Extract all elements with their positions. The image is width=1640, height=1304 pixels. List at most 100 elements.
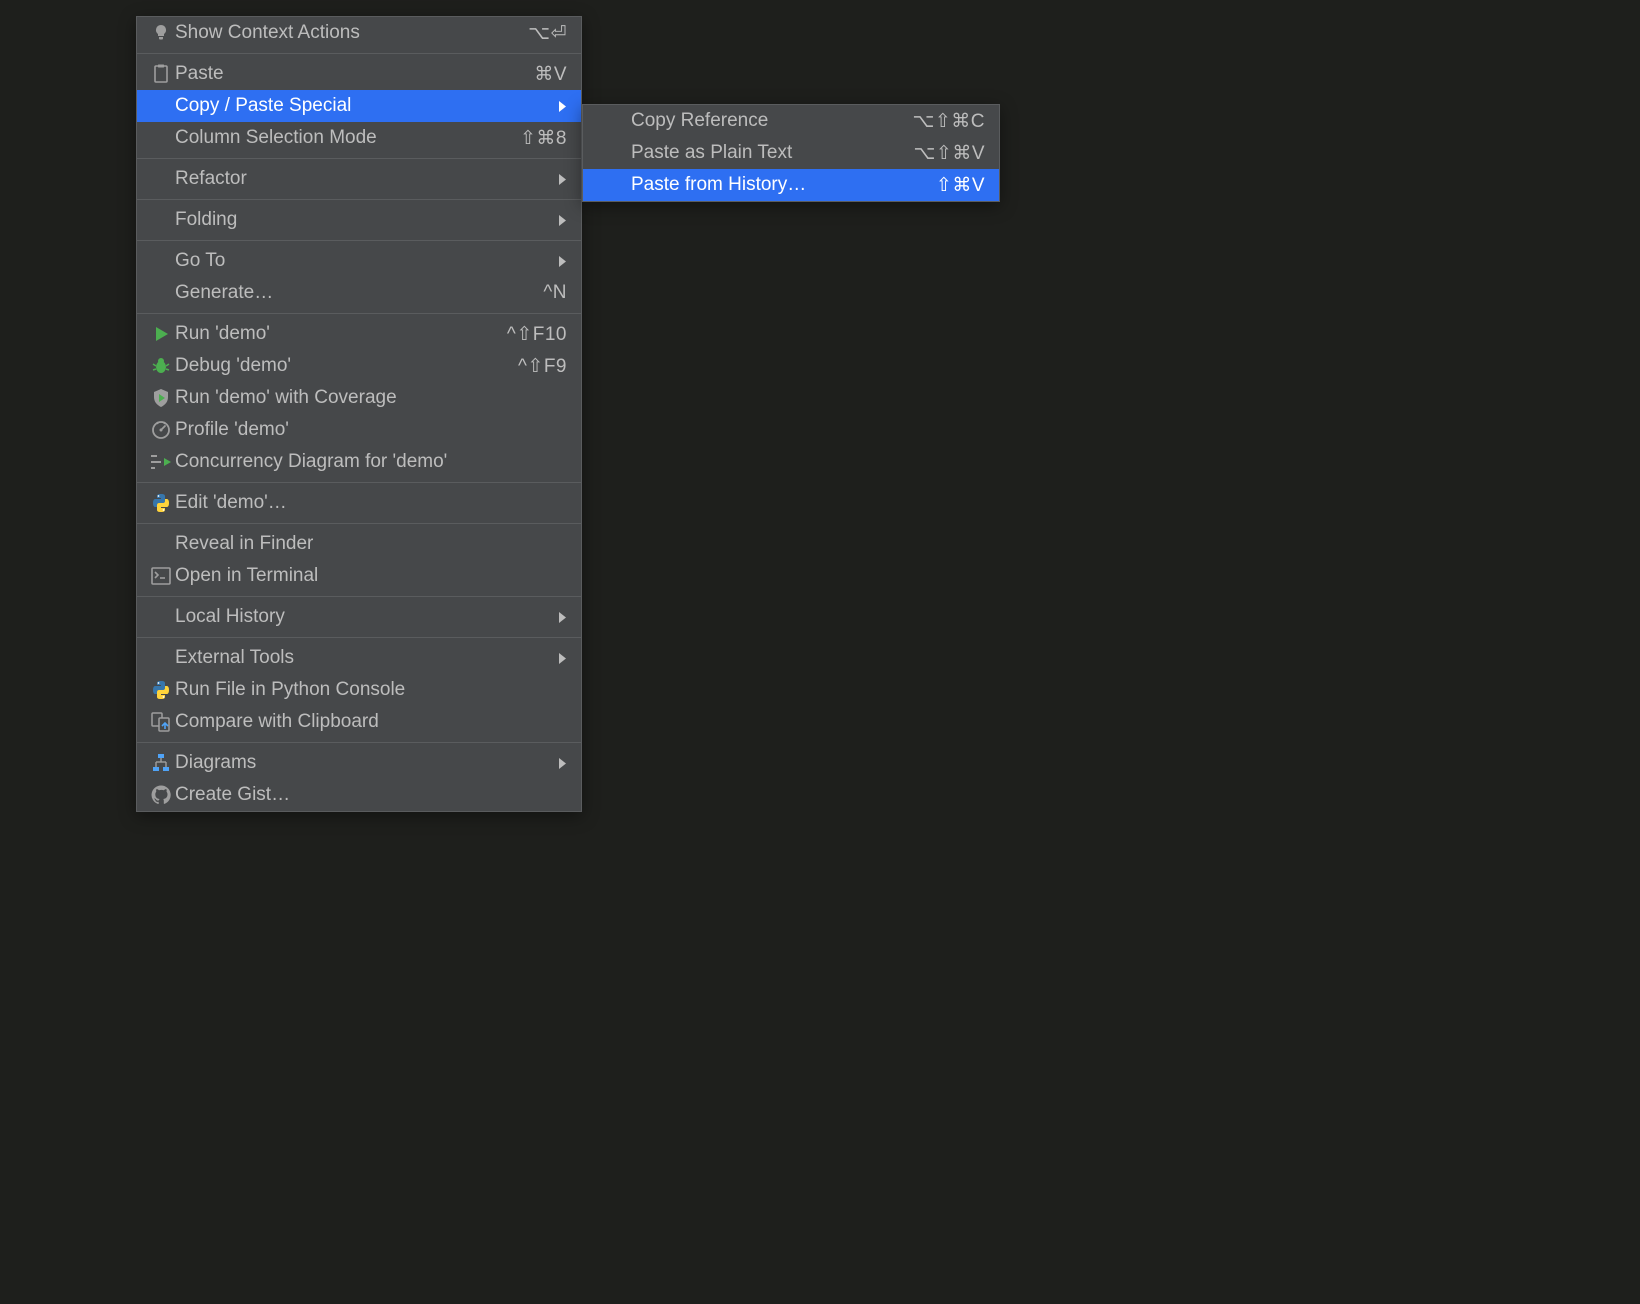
submenu-arrow-icon (557, 653, 567, 664)
menu-separator (137, 240, 581, 241)
submenu-arrow-icon (557, 612, 567, 623)
blank-icon (147, 126, 175, 150)
blank-icon (147, 605, 175, 629)
profile-icon (147, 418, 175, 442)
terminal-icon (147, 564, 175, 588)
menu-shortcut: ⌘V (534, 63, 567, 86)
blank-icon (147, 167, 175, 191)
menu-item-generate[interactable]: Generate… ^N (137, 277, 581, 309)
menu-item-edit-demo[interactable]: Edit 'demo'… (137, 487, 581, 519)
menu-item-label: Go To (175, 250, 225, 272)
menu-shortcut: ⇧⌘V (936, 174, 985, 197)
menu-item-label: Local History (175, 606, 285, 628)
menu-separator (137, 158, 581, 159)
menu-item-run-file-python-console[interactable]: Run File in Python Console (137, 674, 581, 706)
bug-icon (147, 354, 175, 378)
menu-item-label: Debug 'demo' (175, 355, 291, 377)
blank-icon (147, 646, 175, 670)
submenu-arrow-icon (557, 758, 567, 769)
menu-item-label: Edit 'demo'… (175, 492, 287, 514)
blank-icon (147, 249, 175, 273)
menu-separator (137, 53, 581, 54)
submenu-arrow-icon (557, 174, 567, 185)
menu-item-label: Paste as Plain Text (631, 142, 792, 164)
menu-item-folding[interactable]: Folding (137, 204, 581, 236)
menu-item-open-in-terminal[interactable]: Open in Terminal (137, 560, 581, 592)
submenu-arrow-icon (557, 215, 567, 226)
menu-separator (137, 313, 581, 314)
diagrams-icon (147, 751, 175, 775)
menu-item-label: Folding (175, 209, 237, 231)
menu-item-refactor[interactable]: Refactor (137, 163, 581, 195)
blank-icon (147, 208, 175, 232)
menu-shortcut: ^⇧F10 (507, 323, 567, 346)
menu-separator (137, 637, 581, 638)
bulb-icon (147, 21, 175, 45)
menu-separator (137, 482, 581, 483)
menu-item-copy-paste-special[interactable]: Copy / Paste Special (137, 90, 581, 122)
menu-separator (137, 596, 581, 597)
menu-separator (137, 523, 581, 524)
menu-item-label: Run File in Python Console (175, 679, 405, 701)
menu-item-run-demo[interactable]: Run 'demo' ^⇧F10 (137, 318, 581, 350)
menu-item-label: Copy Reference (631, 110, 768, 132)
github-icon (147, 783, 175, 807)
menu-item-label: Refactor (175, 168, 247, 190)
menu-item-label: Paste from History… (631, 174, 806, 196)
submenu-copy-paste-special[interactable]: Copy Reference ⌥⇧⌘C Paste as Plain Text ⌥⇧⌘… (582, 104, 1000, 202)
blank-icon (147, 281, 175, 305)
menu-item-label: Concurrency Diagram for 'demo' (175, 451, 447, 473)
play-icon (147, 322, 175, 346)
menu-item-label: Run 'demo' with Coverage (175, 387, 397, 409)
menu-item-label: Generate… (175, 282, 273, 304)
menu-item-label: Create Gist… (175, 784, 290, 806)
menu-item-label: Show Context Actions (175, 22, 360, 44)
menu-shortcut: ⌥⇧⌘V (914, 142, 986, 165)
menu-item-label: Reveal in Finder (175, 533, 313, 555)
context-menu[interactable]: Show Context Actions ⌥⏎ Paste ⌘V Copy / Past… (136, 16, 582, 812)
menu-separator (137, 199, 581, 200)
menu-item-label: External Tools (175, 647, 294, 669)
menu-item-label: Column Selection Mode (175, 127, 377, 149)
menu-item-label: Compare with Clipboard (175, 711, 379, 733)
blank-icon (147, 94, 175, 118)
menu-item-label: Diagrams (175, 752, 256, 774)
python-icon (147, 491, 175, 515)
menu-item-run-demo-coverage[interactable]: Run 'demo' with Coverage (137, 382, 581, 414)
menu-item-paste[interactable]: Paste ⌘V (137, 58, 581, 90)
menu-shortcut: ⇧⌘8 (520, 127, 567, 150)
menu-item-external-tools[interactable]: External Tools (137, 642, 581, 674)
menu-shortcut: ⌥⏎ (528, 22, 567, 45)
menu-shortcut: ^N (543, 282, 567, 304)
diff-icon (147, 710, 175, 734)
submenu-arrow-icon (557, 256, 567, 267)
concurrency-icon (147, 450, 175, 474)
menu-item-label: Copy / Paste Special (175, 95, 351, 117)
shield-play-icon (147, 386, 175, 410)
menu-item-create-gist[interactable]: Create Gist… (137, 779, 581, 811)
menu-item-show-context-actions[interactable]: Show Context Actions ⌥⏎ (137, 17, 581, 49)
menu-item-reveal-in-finder[interactable]: Reveal in Finder (137, 528, 581, 560)
menu-item-label: Open in Terminal (175, 565, 318, 587)
blank-icon (147, 532, 175, 556)
menu-item-local-history[interactable]: Local History (137, 601, 581, 633)
menu-item-compare-with-clipboard[interactable]: Compare with Clipboard (137, 706, 581, 738)
menu-item-label: Profile 'demo' (175, 419, 289, 441)
menu-item-label: Paste (175, 63, 224, 85)
clipboard-icon (147, 62, 175, 86)
menu-item-concurrency-diagram[interactable]: Concurrency Diagram for 'demo' (137, 446, 581, 478)
menu-separator (137, 742, 581, 743)
menu-item-go-to[interactable]: Go To (137, 245, 581, 277)
submenu-item-paste-from-history[interactable]: Paste from History… ⇧⌘V (583, 169, 999, 201)
menu-item-diagrams[interactable]: Diagrams (137, 747, 581, 779)
menu-shortcut: ⌥⇧⌘C (912, 110, 985, 133)
python-icon (147, 678, 175, 702)
submenu-item-paste-as-plain-text[interactable]: Paste as Plain Text ⌥⇧⌘V (583, 137, 999, 169)
submenu-arrow-icon (557, 101, 567, 112)
menu-item-debug-demo[interactable]: Debug 'demo' ^⇧F9 (137, 350, 581, 382)
menu-shortcut: ^⇧F9 (518, 355, 567, 378)
menu-item-column-selection-mode[interactable]: Column Selection Mode ⇧⌘8 (137, 122, 581, 154)
submenu-item-copy-reference[interactable]: Copy Reference ⌥⇧⌘C (583, 105, 999, 137)
menu-item-profile-demo[interactable]: Profile 'demo' (137, 414, 581, 446)
menu-item-label: Run 'demo' (175, 323, 270, 345)
